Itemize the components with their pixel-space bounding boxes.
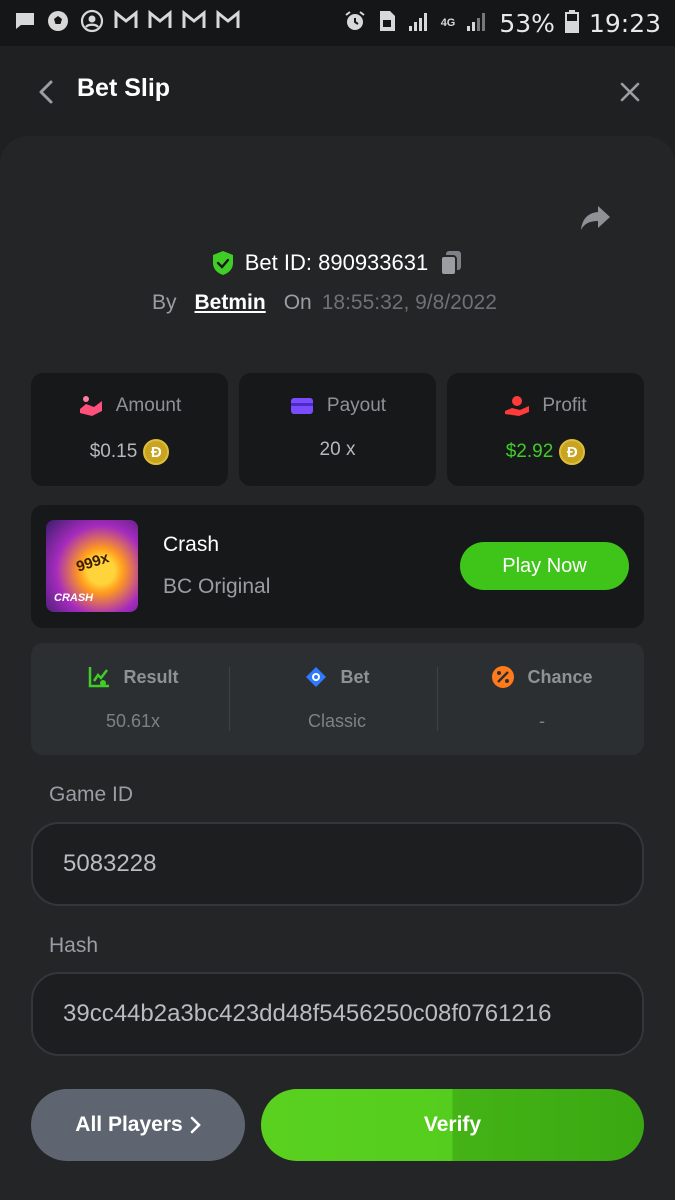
doge-coin-icon: Đ [143,439,170,465]
profit-hand-icon [505,396,530,416]
page-title: Bet Slip [77,74,171,102]
network-type-label: 4G [440,16,456,29]
message-icon [14,10,36,37]
chance-value: - [539,711,545,731]
by-label: By [152,291,177,314]
result-card: Result 50.61x Bet Classic Chance - [31,643,644,755]
gmail-icon [216,9,240,36]
thumb-multiplier: 999x [74,549,112,576]
game-id-label: Game ID [49,783,134,806]
status-bar-notifications [14,9,240,38]
back-button[interactable] [28,74,64,110]
bet-value: Classic [307,711,366,731]
profit-value: $2.92 [505,441,554,462]
bet-id: Bet ID: 890933631 [244,250,429,275]
amount-label: Amount [115,395,182,416]
gmail-icon [182,9,206,36]
thumb-title: CRASH [54,592,94,604]
close-icon [620,82,640,102]
chance-column: Chance - [440,643,644,755]
alarm-icon [343,9,367,38]
payout-value: 20 x [319,439,356,460]
all-players-button[interactable]: All Players [31,1089,245,1161]
result-value: 50.61x [105,711,161,731]
bet-column: Bet Classic [235,643,439,755]
profit-card: Profit $2.92 Đ [447,373,644,486]
copy-icon [440,251,462,276]
chevron-left-icon [39,80,53,104]
user-link[interactable]: Betmin [195,291,266,315]
chance-label: Chance [527,666,593,687]
hash-field[interactable]: 39cc44b2a3bc423dd48f5456250c08f0761216 [31,972,644,1056]
battery-icon [564,9,579,38]
gmail-icon [114,9,138,36]
share-icon [581,206,610,230]
amount-value: $0.15 [89,441,138,462]
game-card: 999x CRASH Crash BC Original Play Now [31,505,644,628]
sim-card-icon [377,9,397,38]
profit-label: Profit [542,395,587,416]
chevron-right-icon [190,1116,201,1134]
share-button[interactable] [578,200,614,236]
soccer-ball-icon [46,9,70,38]
game-provider: BC Original [163,575,271,598]
play-now-button[interactable]: Play Now [460,542,629,590]
copy-button[interactable] [438,249,464,277]
close-button[interactable] [612,74,648,110]
money-hand-icon [79,396,102,416]
percent-icon [492,666,515,688]
game-id-field[interactable]: 5083228 [31,822,644,906]
game-name: Crash [163,533,220,556]
signal-icon [407,10,431,37]
bet-meta-row: By Betmin On 18:55:32, 9/8/2022 [152,288,497,318]
on-label: On [283,291,312,314]
signal-icon [465,10,489,37]
status-bar-system: 4G 53% 19:23 [343,9,661,38]
bet-chip-icon [306,667,327,687]
game-thumbnail[interactable]: 999x CRASH [46,520,138,612]
doge-coin-icon: Đ [559,439,586,465]
wallet-icon [290,398,313,414]
bet-time: 18:55:32, 9/8/2022 [321,291,497,314]
gmail-icon [148,9,172,36]
verify-button[interactable]: Verify [261,1089,644,1161]
divider [229,667,230,731]
result-label: Result [123,666,179,687]
status-bar: 4G 53% 19:23 [0,0,675,46]
clock: 19:23 [588,8,661,38]
chart-check-icon [89,667,110,688]
header: Bet Slip [0,46,675,136]
bet-id-row: Bet ID: 890933631 [0,246,675,280]
battery-percent: 53% [499,8,555,38]
result-column: Result 50.61x [31,643,235,755]
shield-check-icon [212,251,233,275]
amount-card: Amount $0.15 Đ [31,373,228,486]
bet-label: Bet [340,666,370,687]
payout-card: Payout 20 x [239,373,436,486]
account-icon [80,9,104,38]
divider [437,667,438,731]
payout-label: Payout [326,395,387,416]
all-players-label: All Players [75,1113,183,1136]
hash-label: Hash [49,934,99,957]
